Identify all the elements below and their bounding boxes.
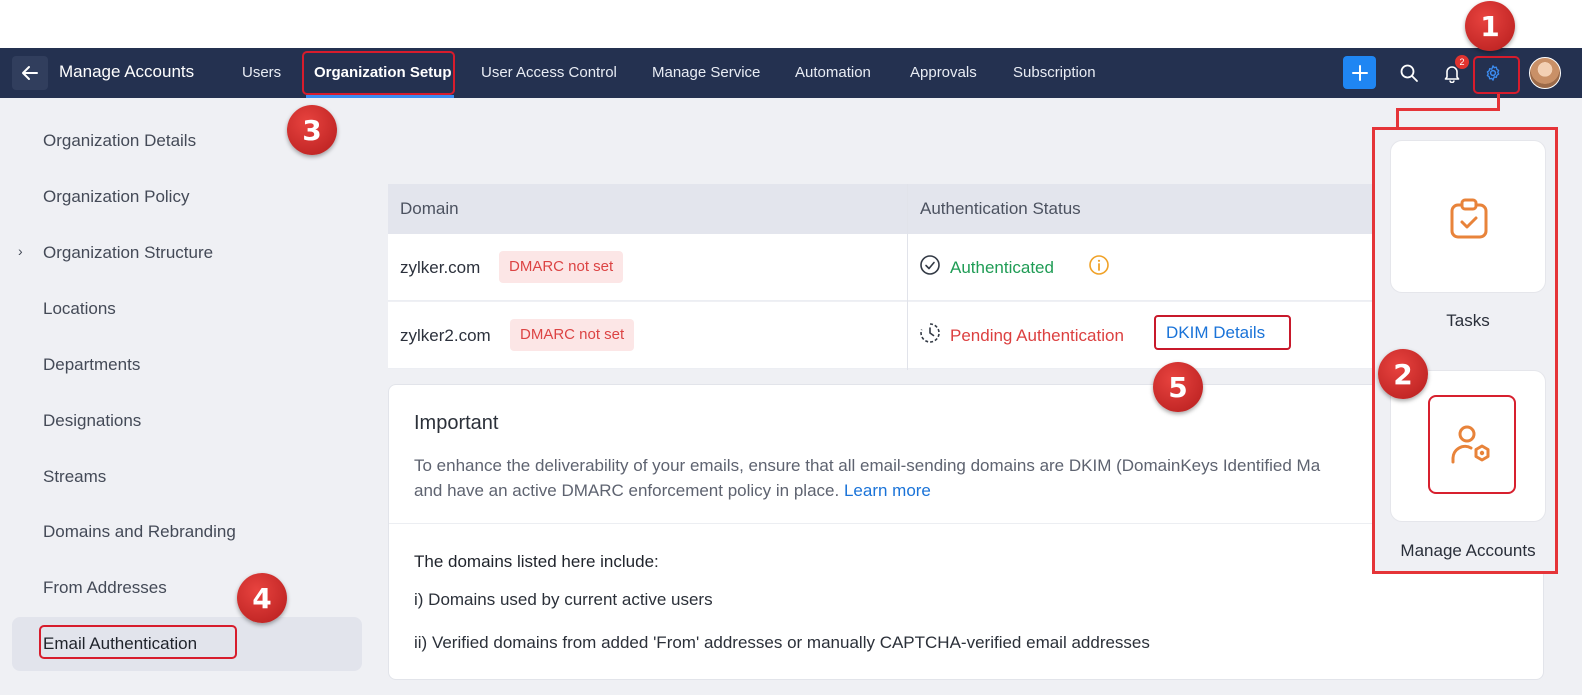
info-icon[interactable] [1088, 254, 1110, 276]
chevron-right-icon[interactable]: › [18, 243, 23, 259]
important-notice-card: Important To enhance the deliverability … [388, 384, 1544, 680]
sidebar-item-organization-structure[interactable]: Organization Structure [43, 243, 213, 263]
sidebar-item-departments[interactable]: Departments [43, 355, 140, 375]
app-title: Manage Accounts [59, 62, 195, 81]
sidebar-item-streams[interactable]: Streams [43, 467, 106, 487]
learn-more-link[interactable]: Learn more [844, 481, 931, 500]
tab-subscription[interactable]: Subscription [1013, 64, 1096, 81]
search-button[interactable] [1398, 62, 1420, 84]
add-button[interactable] [1343, 56, 1376, 89]
list-item: i) Domains used by current active users [414, 590, 713, 609]
column-header-domain: Domain [400, 199, 459, 218]
manage-accounts-app-label: Manage Accounts [1400, 541, 1536, 560]
clipboard-check-icon [1450, 198, 1488, 239]
tasks-app-label: Tasks [1446, 311, 1490, 330]
notice-text-line-2: and have an active DMARC enforcement pol… [414, 481, 844, 500]
clock-pending-icon [920, 323, 940, 343]
table-row: zylker2.com DMARC not set Pending Authen… [388, 302, 1388, 369]
highlight-organization-setup [302, 51, 455, 95]
callout-1: 1 [1465, 1, 1515, 51]
annotation-connector [1396, 108, 1500, 111]
sidebar-item-organization-details[interactable]: Organization Details [43, 131, 196, 151]
sidebar-item-locations[interactable]: Locations [43, 299, 116, 319]
domain-name: zylker.com [400, 258, 481, 277]
sidebar-item-designations[interactable]: Designations [43, 411, 141, 431]
callout-4: 4 [237, 573, 287, 623]
column-divider [907, 184, 908, 370]
tab-users[interactable]: Users [242, 64, 281, 81]
dmarc-status-badge: DMARC not set [510, 319, 635, 351]
annotation-connector [1396, 108, 1399, 128]
tab-manage-service[interactable]: Manage Service [652, 64, 760, 81]
tasks-app-tile[interactable] [1390, 140, 1546, 293]
plus-icon [1351, 64, 1368, 81]
domains-list-heading: The domains listed here include: [414, 552, 659, 571]
domain-name: zylker2.com [400, 326, 491, 345]
manage-accounts-highlight[interactable] [1428, 395, 1516, 494]
tab-user-access-control[interactable]: User Access Control [481, 64, 617, 81]
highlight-email-authentication [39, 625, 237, 659]
avatar[interactable] [1529, 57, 1561, 89]
callout-3: 3 [287, 105, 337, 155]
sidebar-item-organization-policy[interactable]: Organization Policy [43, 187, 189, 207]
notification-count-badge: 2 [1455, 55, 1469, 69]
highlight-settings [1473, 56, 1520, 94]
tab-automation[interactable]: Automation [795, 64, 871, 81]
arrow-left-icon [22, 66, 38, 80]
search-icon [1400, 64, 1418, 82]
sidebar-item-domains-and-rebranding[interactable]: Domains and Rebranding [43, 522, 236, 542]
divider [389, 523, 1543, 524]
callout-2: 2 [1378, 349, 1428, 399]
sidebar-item-from-addresses[interactable]: From Addresses [43, 578, 167, 598]
table-header: Domain Authentication Status [388, 184, 1388, 234]
check-circle-icon [920, 255, 940, 275]
auth-status-text: Pending Authentication [950, 326, 1124, 345]
list-item: ii) Verified domains from added 'From' a… [414, 633, 1150, 652]
tab-approvals[interactable]: Approvals [910, 64, 977, 81]
back-button[interactable] [12, 56, 48, 90]
top-nav-bar: Manage Accounts Users Organization Setup… [0, 48, 1582, 98]
auth-status-text: Authenticated [950, 258, 1054, 277]
page: Manage Accounts Users Organization Setup… [0, 0, 1582, 695]
callout-5: 5 [1153, 362, 1203, 412]
dmarc-status-badge: DMARC not set [499, 251, 624, 283]
dkim-details-link[interactable]: DKIM Details [1154, 315, 1291, 350]
notice-text-line-1: To enhance the deliverability of your em… [414, 456, 1321, 475]
column-header-authentication-status: Authentication Status [920, 199, 1081, 218]
user-gear-icon [1451, 425, 1490, 463]
notice-title: Important [414, 412, 499, 434]
table-row: zylker.com DMARC not set Authenticated [388, 234, 1388, 301]
